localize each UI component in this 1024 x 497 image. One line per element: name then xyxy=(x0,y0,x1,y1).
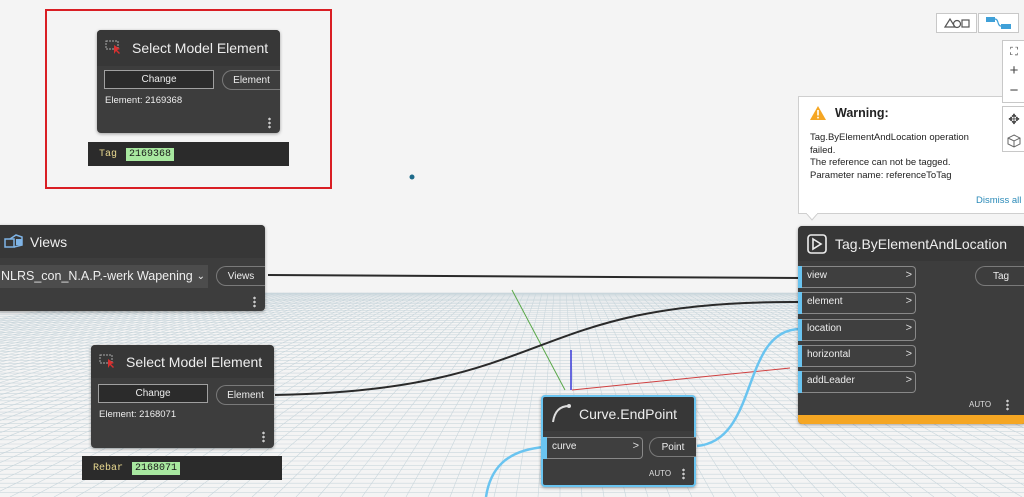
workspace-canvas[interactable]: Select Model Element Change Element Elem… xyxy=(0,0,1024,497)
warning-popup: Warning: Tag.ByElementAndLocation operat… xyxy=(798,96,1024,214)
select-element-icon xyxy=(105,40,120,54)
port-arrow: > xyxy=(905,322,912,334)
port-label: curve xyxy=(552,441,577,452)
element-id-text: Element: 2169368 xyxy=(105,95,183,106)
port-arrow: > xyxy=(905,348,912,360)
geometry-view-button[interactable] xyxy=(936,13,977,33)
tag-icon xyxy=(807,234,827,254)
addleader-input-port[interactable]: addLeader > xyxy=(798,371,916,393)
views-output-port[interactable]: Views xyxy=(216,266,265,286)
element-id-text: Element: 2168071 xyxy=(99,409,177,420)
port-arrow: > xyxy=(905,295,912,307)
select-model-element-node-top[interactable]: Select Model Element Change Element Elem… xyxy=(97,30,280,133)
warning-title: Warning: xyxy=(835,106,889,120)
element-output-port[interactable]: Element xyxy=(222,70,280,90)
port-arrow: > xyxy=(905,269,912,281)
preview-value: 2169368 xyxy=(126,147,175,161)
point-output-port[interactable]: Point xyxy=(649,437,696,457)
views-dropdown[interactable]: NLRS_con_N.A.P.-werk Wapening ⌄ xyxy=(0,265,208,288)
lacing-label: AUTO xyxy=(649,469,672,478)
node-title: Views xyxy=(30,234,68,250)
node-title: Select Model Element xyxy=(126,354,263,370)
warning-pointer xyxy=(806,213,818,221)
node-menu-icon[interactable] xyxy=(682,468,685,480)
port-label: element xyxy=(807,296,843,307)
dismiss-all-link[interactable]: Dismiss all xyxy=(976,195,1021,206)
views-icon xyxy=(4,234,23,248)
node-menu-icon[interactable] xyxy=(253,296,256,308)
select-element-icon xyxy=(99,354,114,368)
horizontal-input-port[interactable]: horizontal > xyxy=(798,345,916,367)
change-button[interactable]: Change xyxy=(104,70,214,89)
warning-line: failed. xyxy=(810,144,836,156)
zoom-out-icon[interactable]: − xyxy=(1003,82,1024,100)
graph-view-icon xyxy=(986,17,1011,29)
location-input-port[interactable]: location > xyxy=(798,319,916,341)
zoom-controls: ⛶ + − xyxy=(1002,40,1024,103)
geometry-view-icon xyxy=(943,17,970,29)
node-menu-icon[interactable] xyxy=(1006,399,1009,411)
lacing-label: AUTO xyxy=(969,400,992,409)
graph-view-button[interactable] xyxy=(978,13,1019,33)
warning-icon xyxy=(810,106,826,120)
preview-bubble-top: Tag 2169368 xyxy=(88,142,289,166)
chevron-down-icon: ⌄ xyxy=(196,271,205,282)
preview-label: Rebar xyxy=(93,462,124,474)
curve-icon xyxy=(552,404,571,423)
port-label: view xyxy=(807,270,828,281)
tag-output-port[interactable]: Tag xyxy=(975,266,1024,286)
preview-label: Tag xyxy=(99,148,118,160)
canvas-dot xyxy=(409,174,415,180)
node-title: Tag.ByElementAndLocation xyxy=(835,236,1007,252)
node-menu-icon[interactable] xyxy=(268,117,271,129)
wire-views-view xyxy=(267,274,801,279)
views-node[interactable]: Views NLRS_con_N.A.P.-werk Wapening ⌄ Vi… xyxy=(0,225,265,311)
port-arrow: > xyxy=(632,440,639,452)
element-output-port[interactable]: Element xyxy=(216,385,274,405)
node-title: Curve.EndPoint xyxy=(579,406,678,422)
select-model-element-node-bottom[interactable]: Select Model Element Change Element Elem… xyxy=(91,345,274,448)
warning-state-bar xyxy=(798,415,1024,424)
view-input-port[interactable]: view > xyxy=(798,266,916,288)
port-label: horizontal xyxy=(807,349,851,360)
warning-message: Tag.ByElementAndLocation operation faile… xyxy=(810,132,969,182)
pan-icon[interactable]: ✥ xyxy=(1003,109,1024,129)
port-label: addLeader xyxy=(807,375,855,386)
node-menu-icon[interactable] xyxy=(262,431,265,443)
curve-endpoint-node[interactable]: Curve.EndPoint curve > Point AUTO xyxy=(541,395,696,487)
change-button[interactable]: Change xyxy=(98,384,208,403)
zoom-in-icon[interactable]: + xyxy=(1003,62,1024,80)
element-input-port[interactable]: element > xyxy=(798,292,916,314)
dropdown-value: NLRS_con_N.A.P.-werk Wapening xyxy=(1,269,193,283)
port-arrow: > xyxy=(905,374,912,386)
navigation-controls: ✥ xyxy=(1002,106,1024,152)
orbit-icon[interactable] xyxy=(1007,134,1021,148)
tag-by-element-and-location-node[interactable]: Tag.ByElementAndLocation view > element … xyxy=(798,226,1024,424)
warning-line: Tag.ByElementAndLocation operation xyxy=(810,132,969,143)
warning-line: The reference can not be tagged. xyxy=(810,157,951,169)
curve-input-port[interactable]: curve > xyxy=(543,437,643,459)
port-label: location xyxy=(807,323,842,334)
preview-value: 2168071 xyxy=(132,461,181,475)
wire-curve-input xyxy=(484,445,546,497)
preview-bubble-bottom: Rebar 2168071 xyxy=(82,456,282,480)
fit-view-icon[interactable]: ⛶ xyxy=(1003,43,1024,61)
warning-line: Parameter name: referenceToTag xyxy=(810,169,952,181)
node-title: Select Model Element xyxy=(132,40,269,56)
